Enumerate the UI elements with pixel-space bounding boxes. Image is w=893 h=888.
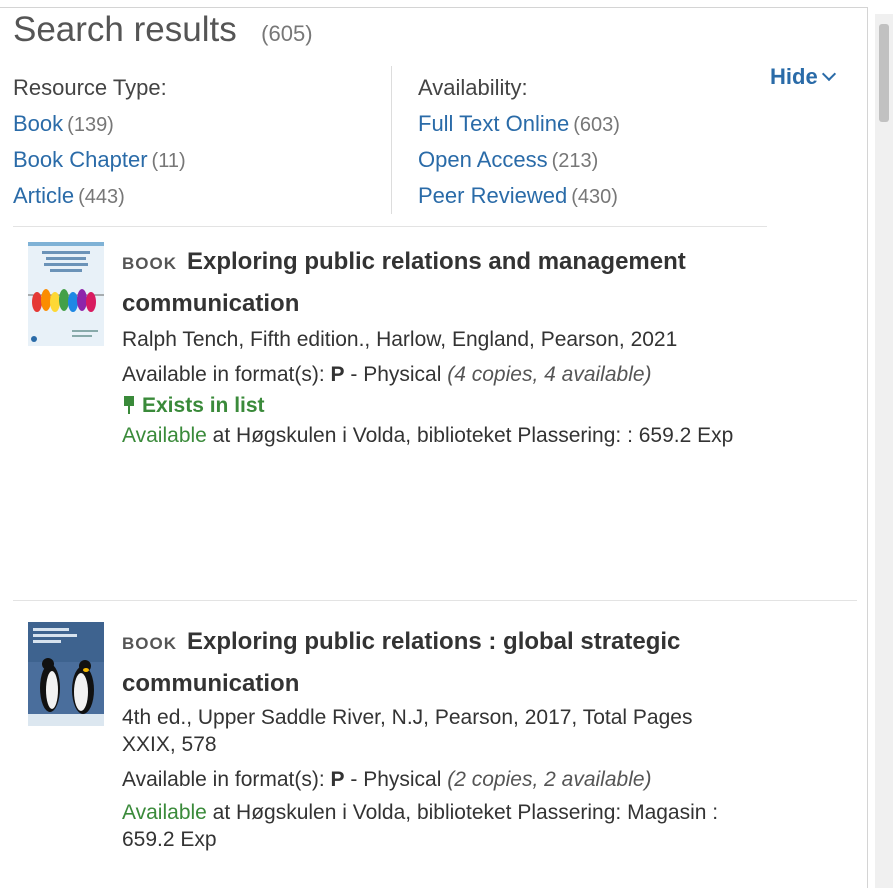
result-title-row[interactable]: BOOK Exploring public relations : global …	[122, 622, 742, 704]
pin-icon	[122, 396, 136, 414]
availability-status[interactable]: Available	[122, 424, 207, 447]
format-code: P	[330, 363, 345, 386]
facet-resource-type: Resource Type: Book (139) Book Chapter (11…	[13, 70, 186, 214]
hide-facets-button[interactable]: Hide	[770, 64, 836, 90]
result-content: BOOK Exploring public relations : global …	[122, 622, 742, 853]
facet-label: Availability:	[418, 75, 528, 100]
copies-info: (2 copies, 2 available)	[447, 768, 652, 791]
format-line: Available in format(s): P - Physical (2 …	[122, 766, 742, 793]
result-title-row[interactable]: BOOK Exploring public relations and manag…	[122, 242, 742, 324]
divider	[13, 600, 857, 601]
availability-status[interactable]: Available	[122, 801, 207, 824]
exists-label: Exists in list	[142, 394, 265, 417]
availability-location: at Høgskulen i Volda, biblioteket Plasse…	[206, 424, 734, 447]
facet-link[interactable]: Book	[13, 111, 63, 136]
facet-count: (603)	[573, 114, 620, 136]
book-cover-thumbnail[interactable]	[28, 242, 104, 346]
facet-item-article[interactable]: Article (443)	[13, 178, 186, 214]
format-text: - Physical	[344, 363, 448, 386]
availability-line: Available at Høgskulen i Volda, bibliote…	[122, 799, 742, 853]
result-meta: Ralph Tench, Fifth edition., Harlow, Eng…	[122, 328, 678, 351]
facet-count: (139)	[67, 114, 114, 136]
exists-in-list[interactable]: Exists in list	[122, 390, 742, 422]
facet-count: (443)	[78, 186, 125, 208]
result-title[interactable]: Exploring public relations : global stra…	[122, 628, 680, 697]
hide-label: Hide	[770, 64, 818, 89]
facet-count: (213)	[551, 150, 599, 172]
title-row: Search results (605)	[13, 10, 313, 50]
facet-link[interactable]: Open Access	[418, 147, 548, 172]
format-code: P	[330, 768, 345, 791]
result-title[interactable]: Exploring public relations and managemen…	[122, 248, 686, 317]
page-title: Search results	[13, 10, 237, 49]
facet-item-full-text-online[interactable]: Full Text Online (603)	[418, 106, 620, 142]
facet-divider	[391, 66, 392, 214]
result-content: BOOK Exploring public relations and manag…	[122, 242, 742, 449]
facet-count: (11)	[151, 150, 186, 172]
facet-label: Resource Type:	[13, 75, 167, 100]
format-text: - Physical	[344, 768, 448, 791]
chevron-down-icon	[821, 66, 836, 82]
scrollbar-thumb[interactable]	[879, 24, 889, 122]
scrollbar[interactable]	[875, 14, 893, 888]
format-line: Available in format(s): P - Physical (4 …	[122, 361, 742, 388]
book-cover-thumbnail[interactable]	[28, 622, 104, 726]
resource-type-label: BOOK	[122, 254, 177, 273]
facet-link[interactable]: Book Chapter	[13, 147, 148, 172]
divider	[13, 226, 767, 227]
result-meta: 4th ed., Upper Saddle River, N.J, Pearso…	[122, 706, 693, 756]
result-count: (605)	[261, 21, 313, 46]
facet-item-book[interactable]: Book (139)	[13, 106, 186, 142]
facet-item-book-chapter[interactable]: Book Chapter (11)	[13, 142, 186, 178]
facet-item-peer-reviewed[interactable]: Peer Reviewed (430)	[418, 178, 620, 214]
facet-link[interactable]: Article	[13, 183, 74, 208]
format-prefix: Available in format(s):	[122, 768, 331, 791]
resource-type-label: BOOK	[122, 634, 177, 653]
format-prefix: Available in format(s):	[122, 363, 331, 386]
copies-info: (4 copies, 4 available)	[447, 363, 652, 386]
availability-line: Available at Høgskulen i Volda, bibliote…	[122, 422, 742, 449]
facet-item-open-access[interactable]: Open Access (213)	[418, 142, 620, 178]
facet-link[interactable]: Full Text Online	[418, 111, 569, 136]
facet-availability: Availability: Full Text Online (603) Open…	[418, 70, 620, 214]
availability-location: at Høgskulen i Volda, biblioteket Plasse…	[122, 801, 719, 851]
facet-link[interactable]: Peer Reviewed	[418, 183, 567, 208]
facet-count: (430)	[571, 186, 618, 208]
